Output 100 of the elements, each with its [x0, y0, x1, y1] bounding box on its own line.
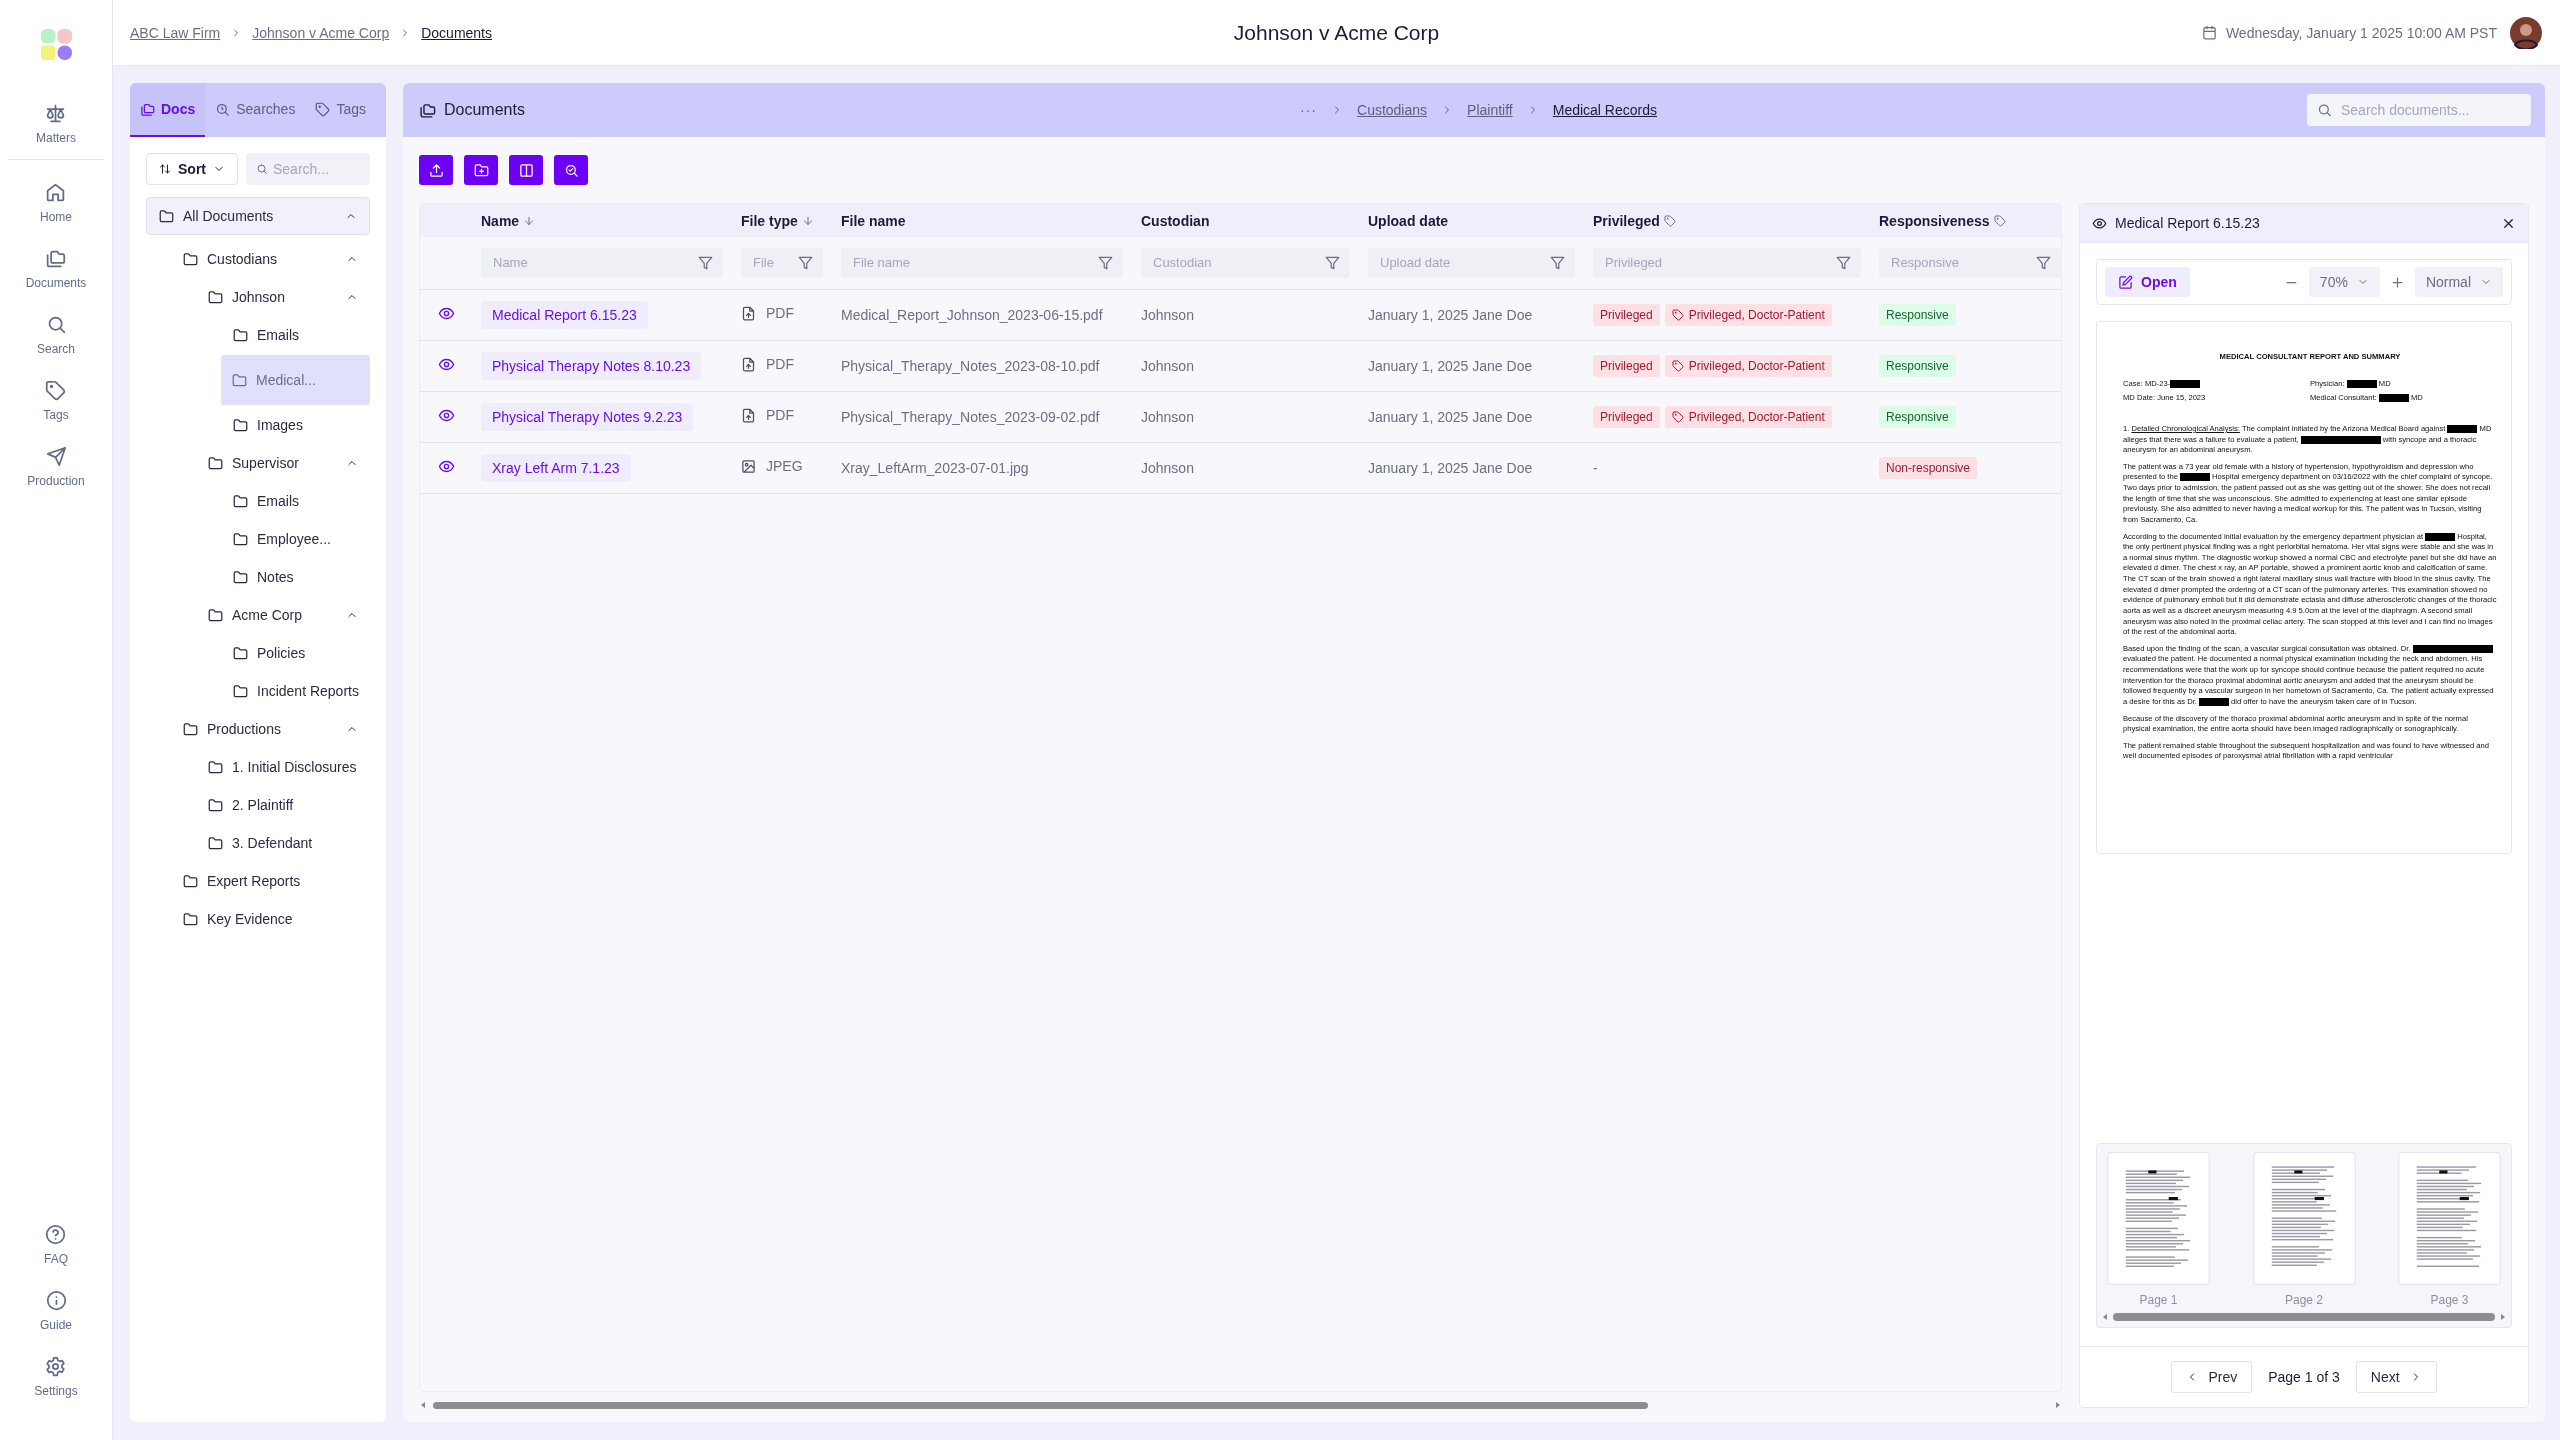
nav-item[interactable]: Tags — [43, 380, 69, 422]
tree-item[interactable]: Expert Reports — [171, 863, 370, 899]
tag-icon — [45, 380, 67, 401]
breadcrumb-link[interactable]: Plaintiff — [1467, 102, 1513, 118]
view-mode-select[interactable]: Normal — [2414, 267, 2503, 297]
search-icon — [2317, 102, 2332, 118]
folder-label: Policies — [257, 645, 307, 661]
avatar[interactable] — [2510, 16, 2542, 49]
page-thumbnail[interactable] — [2252, 1152, 2356, 1285]
open-button[interactable]: Open — [2105, 267, 2190, 297]
tree-item[interactable]: Supervisor — [196, 445, 370, 481]
tree-item[interactable]: 3. Defendant — [196, 825, 370, 861]
nav-item[interactable]: Search — [37, 314, 75, 356]
breadcrumb-link[interactable]: Documents — [421, 24, 492, 41]
tree-item[interactable]: Employee... — [221, 521, 370, 557]
folder-label: 2. Plaintiff — [232, 797, 295, 813]
breadcrumb-link[interactable]: Custodians — [1357, 102, 1428, 118]
tree-item[interactable]: Incident Reports — [221, 673, 370, 709]
filter-field[interactable]: File — [741, 247, 823, 278]
column-header[interactable]: Custodian — [1132, 204, 1359, 237]
scroll-right-icon[interactable] — [2499, 1313, 2507, 1321]
column-header[interactable]: File type — [732, 204, 832, 237]
breadcrumb-link[interactable]: ABC Law Firm — [130, 24, 221, 41]
privileged-badge: Privileged — [1593, 405, 1660, 428]
tree-item[interactable]: Johnson — [196, 279, 370, 315]
page-title: Johnson v Acme Corp — [1233, 20, 1440, 45]
page-thumbnail[interactable] — [2107, 1152, 2210, 1285]
nav-item[interactable]: Guide — [40, 1290, 72, 1332]
filter-field[interactable]: Privileged — [1593, 247, 1861, 278]
document-link[interactable]: Physical Therapy Notes 9.2.23 — [481, 402, 694, 431]
filter-icon — [698, 255, 713, 271]
custodian: Johnson — [1132, 289, 1359, 340]
column-header[interactable]: Privileged — [1584, 204, 1870, 237]
folder-label: Incident Reports — [257, 683, 359, 699]
scroll-left-icon[interactable] — [2101, 1313, 2109, 1321]
nav-item[interactable]: Settings — [34, 1356, 78, 1398]
nav-item[interactable]: Matters — [36, 103, 76, 145]
upload-date: January 1, 2025 Jane Doe — [1359, 289, 1584, 340]
tree-item[interactable]: 2. Plaintiff — [196, 787, 370, 823]
filter-field[interactable]: File name — [841, 247, 1123, 278]
panel-tab[interactable]: Tags — [305, 83, 376, 137]
scroll-left-icon[interactable] — [419, 1401, 427, 1409]
columns-button[interactable] — [509, 155, 543, 185]
tree-item[interactable]: Key Evidence — [171, 901, 370, 937]
folder-label: All Documents — [183, 208, 275, 224]
column-header[interactable]: Name — [472, 204, 732, 237]
search-check-button[interactable] — [554, 155, 588, 185]
zoom-in-icon[interactable] — [2389, 274, 2405, 290]
scroll-right-icon[interactable] — [2054, 1401, 2062, 1409]
nav-item[interactable]: Home — [40, 182, 72, 224]
upload-date: January 1, 2025 Jane Doe — [1359, 340, 1584, 391]
filter-icon — [1550, 255, 1565, 271]
column-header[interactable]: Responsiveness — [1870, 204, 2061, 237]
tree-item[interactable]: Productions — [171, 711, 370, 747]
nav-item[interactable]: Documents — [25, 248, 87, 290]
document-link[interactable]: Physical Therapy Notes 8.10.23 — [481, 351, 702, 380]
tree-item[interactable]: Medical... — [221, 355, 370, 405]
folder-label: Employee... — [257, 531, 332, 547]
tree-item[interactable]: Policies — [221, 635, 370, 671]
file-name: Physical_Therapy_Notes_2023-09-02.pdf — [832, 391, 1132, 442]
search-check-icon — [563, 162, 579, 178]
filter-field[interactable]: Name — [481, 247, 723, 278]
folder-label: Images — [257, 417, 304, 433]
more-crumbs[interactable]: ··· — [1300, 102, 1317, 118]
breadcrumb-link[interactable]: Medical Records — [1552, 102, 1657, 118]
filter-field[interactable]: Responsive — [1879, 247, 2061, 278]
panel-tab[interactable]: Searches — [205, 83, 306, 137]
folder-label: Emails — [257, 493, 300, 509]
tree-item[interactable]: Custodians — [171, 241, 370, 277]
sort-button[interactable]: Sort — [146, 153, 238, 185]
new-folder-button[interactable] — [464, 155, 498, 185]
column-header[interactable]: File name — [832, 204, 1132, 237]
tree-item[interactable]: Emails — [221, 317, 370, 353]
column-header[interactable]: Upload date — [1359, 204, 1584, 237]
prev-button[interactable]: Prev — [2171, 1361, 2253, 1393]
breadcrumb-link[interactable]: Johnson v Acme Corp — [252, 24, 390, 41]
document-link[interactable]: Medical Report 6.15.23 — [481, 300, 648, 329]
tree-item[interactable]: Emails — [221, 483, 370, 519]
upload-button[interactable] — [419, 155, 453, 185]
tree-item[interactable]: Notes — [221, 559, 370, 595]
search-field[interactable]: Search documents... — [2307, 94, 2531, 126]
nav-item[interactable]: FAQ — [44, 1224, 68, 1266]
tree-item[interactable]: 1. Initial Disclosures — [196, 749, 370, 785]
zoom-select[interactable]: 70% — [2308, 267, 2380, 297]
filter-field[interactable]: Upload date — [1368, 247, 1575, 278]
tree-item[interactable]: Acme Corp — [196, 597, 370, 633]
search-field[interactable]: Search... — [246, 153, 370, 185]
nav-item[interactable]: Production — [27, 446, 85, 488]
tag-label: Privileged, Doctor-Patient — [1688, 409, 1825, 424]
tree-item[interactable]: All Documents — [146, 197, 370, 235]
folder-label: Expert Reports — [207, 873, 302, 889]
page-thumbnail[interactable] — [2398, 1152, 2501, 1285]
next-button[interactable]: Next — [2355, 1361, 2437, 1393]
folder-icon — [159, 208, 174, 224]
page-label: Page 1 — [2139, 1293, 2178, 1307]
tree-item[interactable]: Images — [221, 407, 370, 443]
nav-label: Matters — [36, 131, 76, 145]
document-link[interactable]: Xray Left Arm 7.1.23 — [481, 453, 631, 482]
filter-field[interactable]: Custodian — [1141, 247, 1350, 278]
panel-tab[interactable]: Docs — [130, 83, 206, 137]
